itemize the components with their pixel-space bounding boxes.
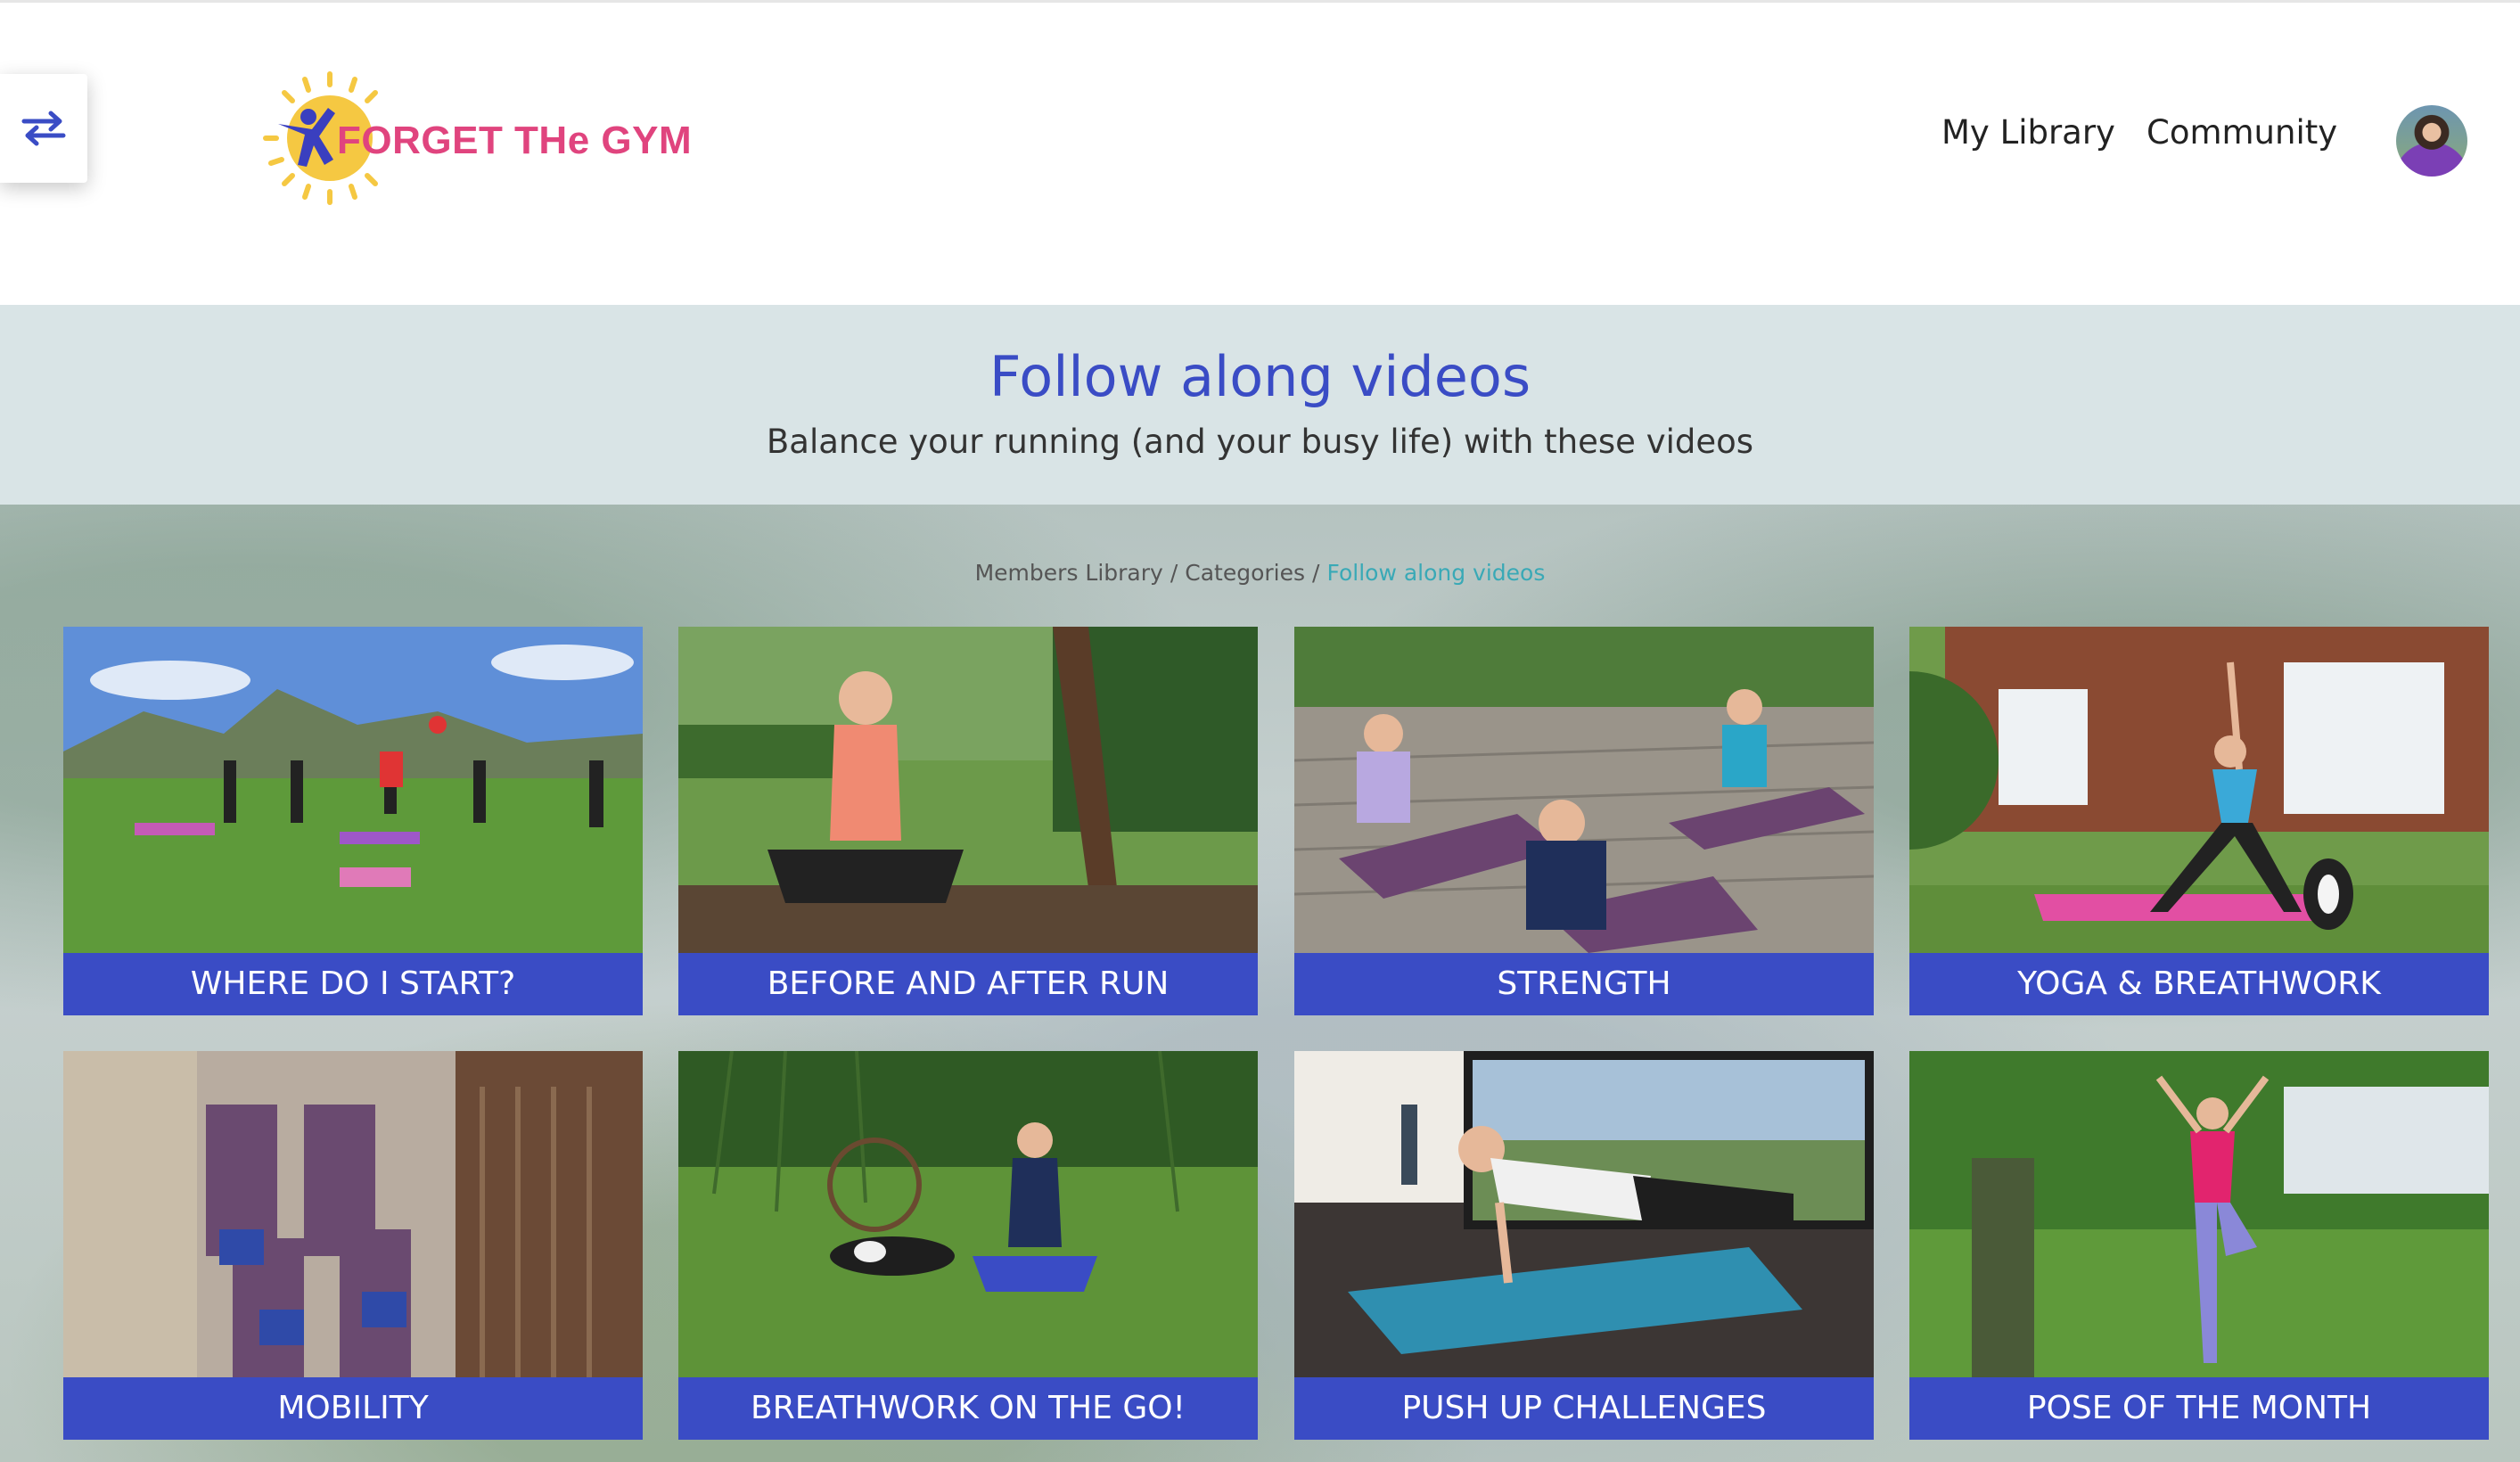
logo-text: FORGET THe GYM: [337, 119, 693, 162]
category-card-where-do-i-start[interactable]: WHERE DO I START?: [63, 627, 643, 1015]
category-card-pose-of-the-month[interactable]: POSE OF THE MONTH: [1909, 1051, 2489, 1440]
avatar[interactable]: [2396, 105, 2467, 177]
breadcrumb-separator: /: [1312, 560, 1320, 586]
category-thumbnail[interactable]: [678, 1051, 1258, 1377]
nav-community[interactable]: Community: [2147, 113, 2337, 152]
category-card-push-up-challenges[interactable]: PUSH UP CHALLENGES: [1294, 1051, 1874, 1440]
page-subtitle: Balance your running (and your busy life…: [766, 423, 1754, 461]
category-card-breathwork-on-the-go[interactable]: BREATHWORK ON THE GO!: [678, 1051, 1258, 1440]
category-thumbnail[interactable]: [63, 1051, 643, 1377]
category-label: BREATHWORK ON THE GO!: [678, 1377, 1258, 1440]
category-thumbnail[interactable]: [1909, 1051, 2489, 1377]
breadcrumb-categories[interactable]: Categories: [1185, 560, 1305, 586]
category-thumbnail[interactable]: [63, 627, 643, 953]
category-label: BEFORE AND AFTER RUN: [678, 953, 1258, 1015]
category-thumbnail[interactable]: [678, 627, 1258, 953]
breadcrumb: Members Library / Categories / Follow along …: [0, 560, 2520, 586]
category-label: POSE OF THE MONTH: [1909, 1377, 2489, 1440]
category-label: YOGA & BREATHWORK: [1909, 953, 2489, 1015]
category-thumbnail[interactable]: [1909, 627, 2489, 953]
category-label: WHERE DO I START?: [63, 953, 643, 1015]
category-label: MOBILITY: [63, 1377, 643, 1440]
breadcrumb-separator: /: [1170, 560, 1178, 586]
breadcrumb-current: Follow along videos: [1326, 560, 1546, 586]
site-logo[interactable]: FORGET THe GYM: [259, 67, 692, 209]
category-grid-section: Members Library / Categories / Follow along …: [0, 505, 2520, 1462]
nav-my-library[interactable]: My Library: [1941, 113, 2115, 152]
category-card-mobility[interactable]: MOBILITY: [63, 1051, 643, 1440]
category-label: PUSH UP CHALLENGES: [1294, 1377, 1874, 1440]
category-card-yoga-and-breathwork[interactable]: YOGA & BREATHWORK: [1909, 627, 2489, 1015]
page-banner: Follow along videos Balance your running…: [0, 305, 2520, 505]
category-label: STRENGTH: [1294, 953, 1874, 1015]
page-title: Follow along videos: [989, 344, 1531, 409]
category-thumbnail[interactable]: [1294, 1051, 1874, 1377]
site-header: FORGET THe GYM My Library Community: [0, 0, 2520, 305]
breadcrumb-members-library[interactable]: Members Library: [975, 560, 1163, 586]
category-card-strength[interactable]: STRENGTH: [1294, 627, 1874, 1015]
swap-arrows-icon: [21, 111, 66, 146]
category-thumbnail[interactable]: [1294, 627, 1874, 953]
category-card-before-and-after-run[interactable]: BEFORE AND AFTER RUN: [678, 627, 1258, 1015]
switch-view-button[interactable]: [0, 74, 87, 183]
